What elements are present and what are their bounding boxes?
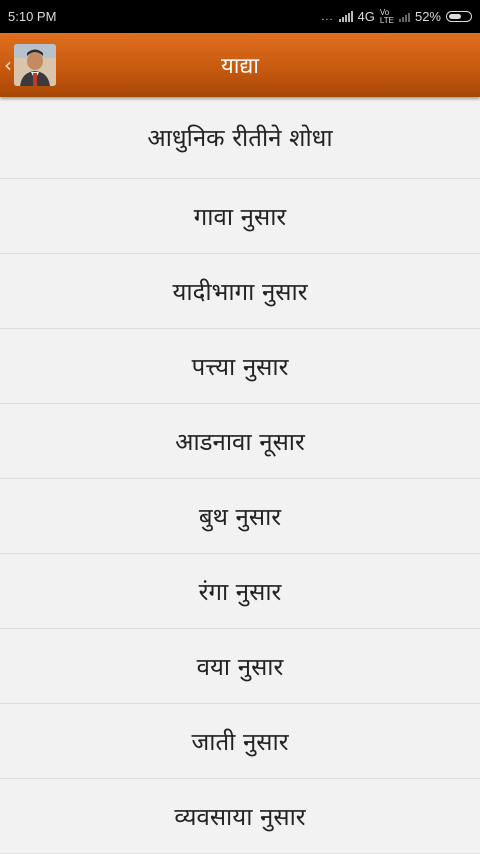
list-item[interactable]: आधुनिक रीतीने शोधा (0, 97, 480, 179)
back-button[interactable]: ‹ (4, 44, 56, 86)
list-item[interactable]: रंगा नुसार (0, 554, 480, 629)
signal-icon-secondary (398, 11, 410, 22)
list-item[interactable]: वया नुसार (0, 629, 480, 704)
list-item[interactable]: व्यवसाया नुसार (0, 779, 480, 854)
list-item[interactable]: बुथ नुसार (0, 479, 480, 554)
status-bar: 5:10 PM ... 4G Vo LTE 52% (0, 0, 480, 33)
list-item[interactable]: आडनावा नूसार (0, 404, 480, 479)
list-item[interactable]: गावा नुसार (0, 179, 480, 254)
battery-icon (446, 11, 472, 22)
notification-dots: ... (321, 10, 334, 23)
volte-icon: Vo LTE (379, 7, 394, 25)
signal-icon (338, 11, 353, 22)
list-item[interactable]: जाती नुसार (0, 704, 480, 779)
app-header: ‹ याद्या (0, 33, 480, 97)
option-list: आधुनिक रीतीने शोधा गावा नुसार यादीभागा न… (0, 97, 480, 854)
list-item[interactable]: पत्त्या नुसार (0, 329, 480, 404)
avatar (14, 44, 56, 86)
status-time: 5:10 PM (8, 9, 57, 24)
battery-percent: 52% (414, 9, 441, 24)
network-type: 4G (357, 9, 375, 24)
status-indicators: ... 4G Vo LTE 52% (321, 7, 472, 25)
chevron-left-icon: ‹ (4, 53, 12, 77)
list-item[interactable]: यादीभागा नुसार (0, 254, 480, 329)
page-title: याद्या (220, 54, 260, 79)
